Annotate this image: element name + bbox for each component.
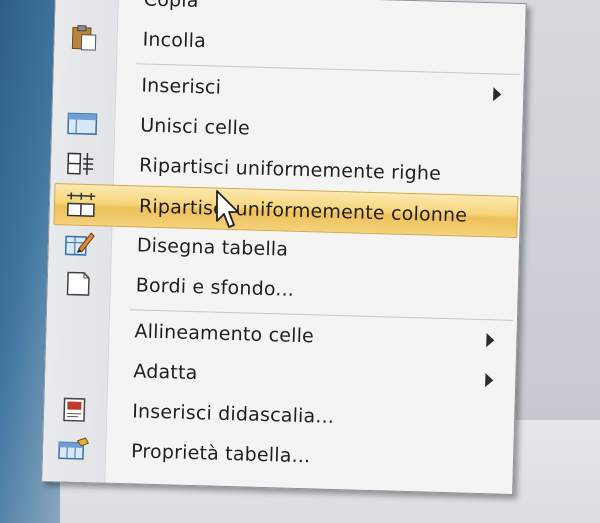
- borders-shading-icon: [61, 270, 94, 297]
- menu-item-label: Ripartisci uniformemente righe: [138, 154, 442, 185]
- submenu-arrow-icon: [486, 333, 495, 348]
- merge-cells-icon: [66, 110, 99, 137]
- menu-item-label: Inserisci: [141, 74, 222, 99]
- menu-item-label: Ripartisci uniformemente colonne: [138, 195, 468, 227]
- menu-item-label: Adatta: [133, 360, 198, 385]
- menu-item-label: Disegna tabella: [136, 234, 289, 261]
- menu-item-label: Allineamento celle: [134, 320, 315, 348]
- context-menu-container: Copia Incolla Inserisci Unisci celle Rip…: [41, 0, 535, 513]
- menu-item-label: Bordi e sfondo...: [135, 274, 295, 301]
- menu-item-label: Unisci celle: [139, 114, 251, 140]
- distribute-rows-icon: [65, 150, 98, 177]
- mouse-pointer-icon: [216, 190, 239, 228]
- menu-item-label: Proprietà tabella...: [130, 440, 311, 468]
- table-properties-icon: [57, 436, 90, 463]
- submenu-arrow-icon: [493, 87, 502, 102]
- menu-item-label: Incolla: [142, 28, 207, 53]
- context-menu: Copia Incolla Inserisci Unisci celle Rip…: [41, 0, 527, 495]
- menu-item-label: Copia: [143, 0, 199, 13]
- draw-table-icon: [63, 230, 96, 257]
- distribute-columns-icon: [65, 191, 98, 218]
- insert-caption-icon: [58, 396, 91, 423]
- paste-icon: [68, 24, 101, 51]
- menu-item-label: Inserisci didascalia...: [131, 400, 335, 428]
- submenu-arrow-icon: [485, 373, 494, 388]
